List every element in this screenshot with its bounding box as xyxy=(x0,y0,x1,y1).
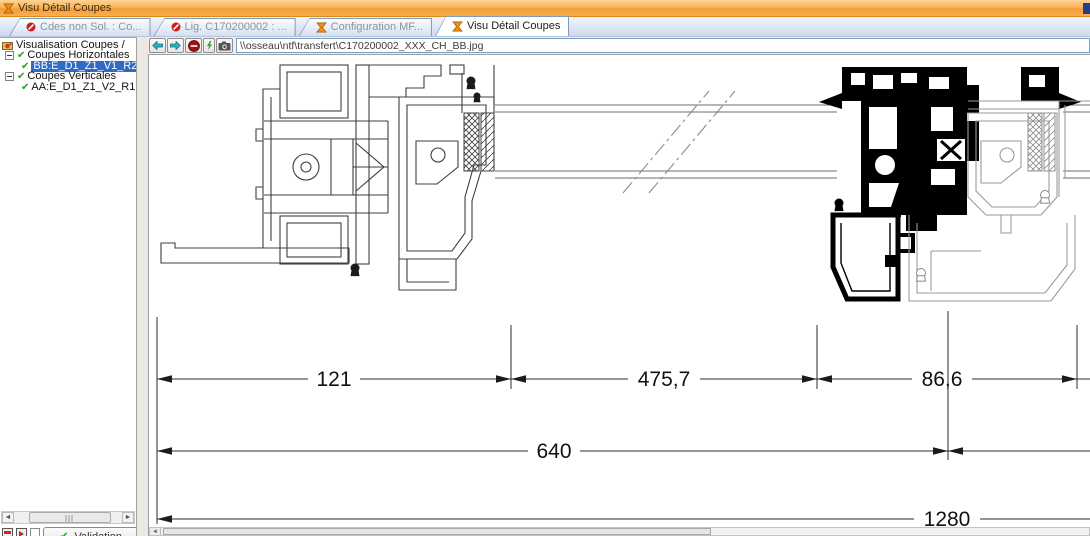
validation-button-label: Validation xyxy=(74,531,122,536)
dimension-label: 86,6 xyxy=(922,368,963,391)
dimension-lines xyxy=(157,311,1090,524)
check-icon: ✔ xyxy=(21,61,29,72)
tree-group-verticales[interactable]: ✔ Coupes Verticales xyxy=(0,72,136,83)
check-icon: ✔ xyxy=(17,71,25,82)
glazing-unit xyxy=(495,91,1090,193)
titlebar-edge-icon xyxy=(1083,3,1090,14)
coupes-tree-panel: Visualisation Coupes / ✔ Coupes Horizont… xyxy=(0,37,137,536)
scroll-left-arrow[interactable]: ◄ xyxy=(2,512,14,523)
app-logo-icon xyxy=(316,22,327,33)
back-arrow-icon xyxy=(152,41,163,50)
tab-bar: Cdes non Sol. : Co... Lig. C170200002 : … xyxy=(0,17,1090,37)
tab-configuration-mf[interactable]: Configuration MF... xyxy=(299,18,432,36)
tree-group-label: Coupes Horizontales xyxy=(27,50,129,61)
dimension-label: 640 xyxy=(536,440,571,463)
canvas-horizontal-scrollbar[interactable]: ◄ xyxy=(149,527,1090,536)
tree-item-label: AA:E_D1_Z1_V2_R1:E_D1_Z xyxy=(31,82,136,93)
stop-icon xyxy=(188,40,200,52)
stop-button[interactable] xyxy=(185,38,202,53)
scrollbar-thumb[interactable] xyxy=(29,512,111,523)
forbidden-icon xyxy=(26,22,36,32)
left-frame-hatching xyxy=(464,113,494,171)
tree-item-label-selected[interactable]: BB:E_D1_Z1_V1_R2:E_D1_Z xyxy=(31,61,136,72)
section-view-canvas: 121 475,7 86,6 640 1280 xyxy=(148,54,1090,536)
check-icon: ✔ xyxy=(21,82,29,93)
tab-visu-detail-coupes[interactable]: Visu Détail Coupes xyxy=(435,16,569,36)
mullion-profile-highlighted xyxy=(819,67,1081,299)
application-window: Visu Détail Coupes Cdes non Sol. : Co... xyxy=(0,0,1090,536)
dimension-label: 121 xyxy=(316,368,351,391)
back-button[interactable] xyxy=(149,38,166,53)
tree-item-aa[interactable]: ✔ AA:E_D1_Z1_V2_R1:E_D1_Z xyxy=(0,82,136,93)
scrollbar-thumb[interactable] xyxy=(163,528,711,535)
dimension-label: 475,7 xyxy=(638,368,691,391)
collapse-icon[interactable] xyxy=(5,72,14,81)
section-drawing: 121 475,7 86,6 640 1280 xyxy=(149,55,1090,536)
tab-label: Visu Détail Coupes xyxy=(467,20,560,32)
coupes-tree: Visualisation Coupes / ✔ Coupes Horizont… xyxy=(0,40,136,93)
refresh-icon xyxy=(206,41,213,50)
tree-item-bb[interactable]: ✔ BB:E_D1_Z1_V1_R2:E_D1_Z xyxy=(0,61,136,72)
forward-button[interactable] xyxy=(167,38,184,53)
image-path-field[interactable] xyxy=(236,38,1090,53)
tab-lig-c170200002[interactable]: Lig. C170200002 : ... xyxy=(154,18,296,36)
red-arrow-icon[interactable] xyxy=(16,528,27,536)
tree-group-label: Coupes Verticales xyxy=(27,71,116,82)
refresh-button[interactable] xyxy=(203,38,215,53)
viewer-toolbar xyxy=(148,37,1090,54)
tree-group-horizontales[interactable]: ✔ Coupes Horizontales xyxy=(0,51,136,62)
validation-button[interactable]: ✔ Validation xyxy=(43,527,137,536)
check-icon: ✔ xyxy=(17,50,25,61)
tab-label: Cdes non Sol. : Co... xyxy=(40,21,142,33)
camera-icon xyxy=(218,41,231,51)
scroll-left-arrow[interactable]: ◄ xyxy=(150,528,161,535)
validation-checkbox[interactable] xyxy=(30,528,40,536)
check-icon: ✔ xyxy=(60,531,68,536)
scroll-right-arrow[interactable]: ► xyxy=(122,512,134,523)
red-minus-icon[interactable] xyxy=(2,528,13,536)
tree-horizontal-scrollbar[interactable]: ◄ ► xyxy=(1,511,135,524)
visualisation-icon xyxy=(2,40,13,51)
left-frame-profile xyxy=(161,65,494,290)
forward-arrow-icon xyxy=(170,41,181,50)
panel-bottom-actions: ✔ Validation xyxy=(0,526,137,536)
title-bar: Visu Détail Coupes xyxy=(0,0,1090,17)
collapse-icon[interactable] xyxy=(5,51,14,60)
app-logo-icon xyxy=(3,3,14,14)
tree-root-label: Visualisation Coupes / xyxy=(16,40,125,51)
window-title: Visu Détail Coupes xyxy=(18,2,111,14)
tree-root[interactable]: Visualisation Coupes / xyxy=(0,40,136,51)
snapshot-button[interactable] xyxy=(216,38,233,53)
tab-label: Configuration MF... xyxy=(331,21,423,33)
app-logo-icon xyxy=(452,21,463,32)
forbidden-icon xyxy=(171,22,181,32)
dimension-arrows xyxy=(157,375,1077,522)
panel-splitter[interactable] xyxy=(138,37,148,536)
tab-label: Lig. C170200002 : ... xyxy=(185,21,287,33)
tab-cdes-non-sol[interactable]: Cdes non Sol. : Co... xyxy=(9,18,151,36)
